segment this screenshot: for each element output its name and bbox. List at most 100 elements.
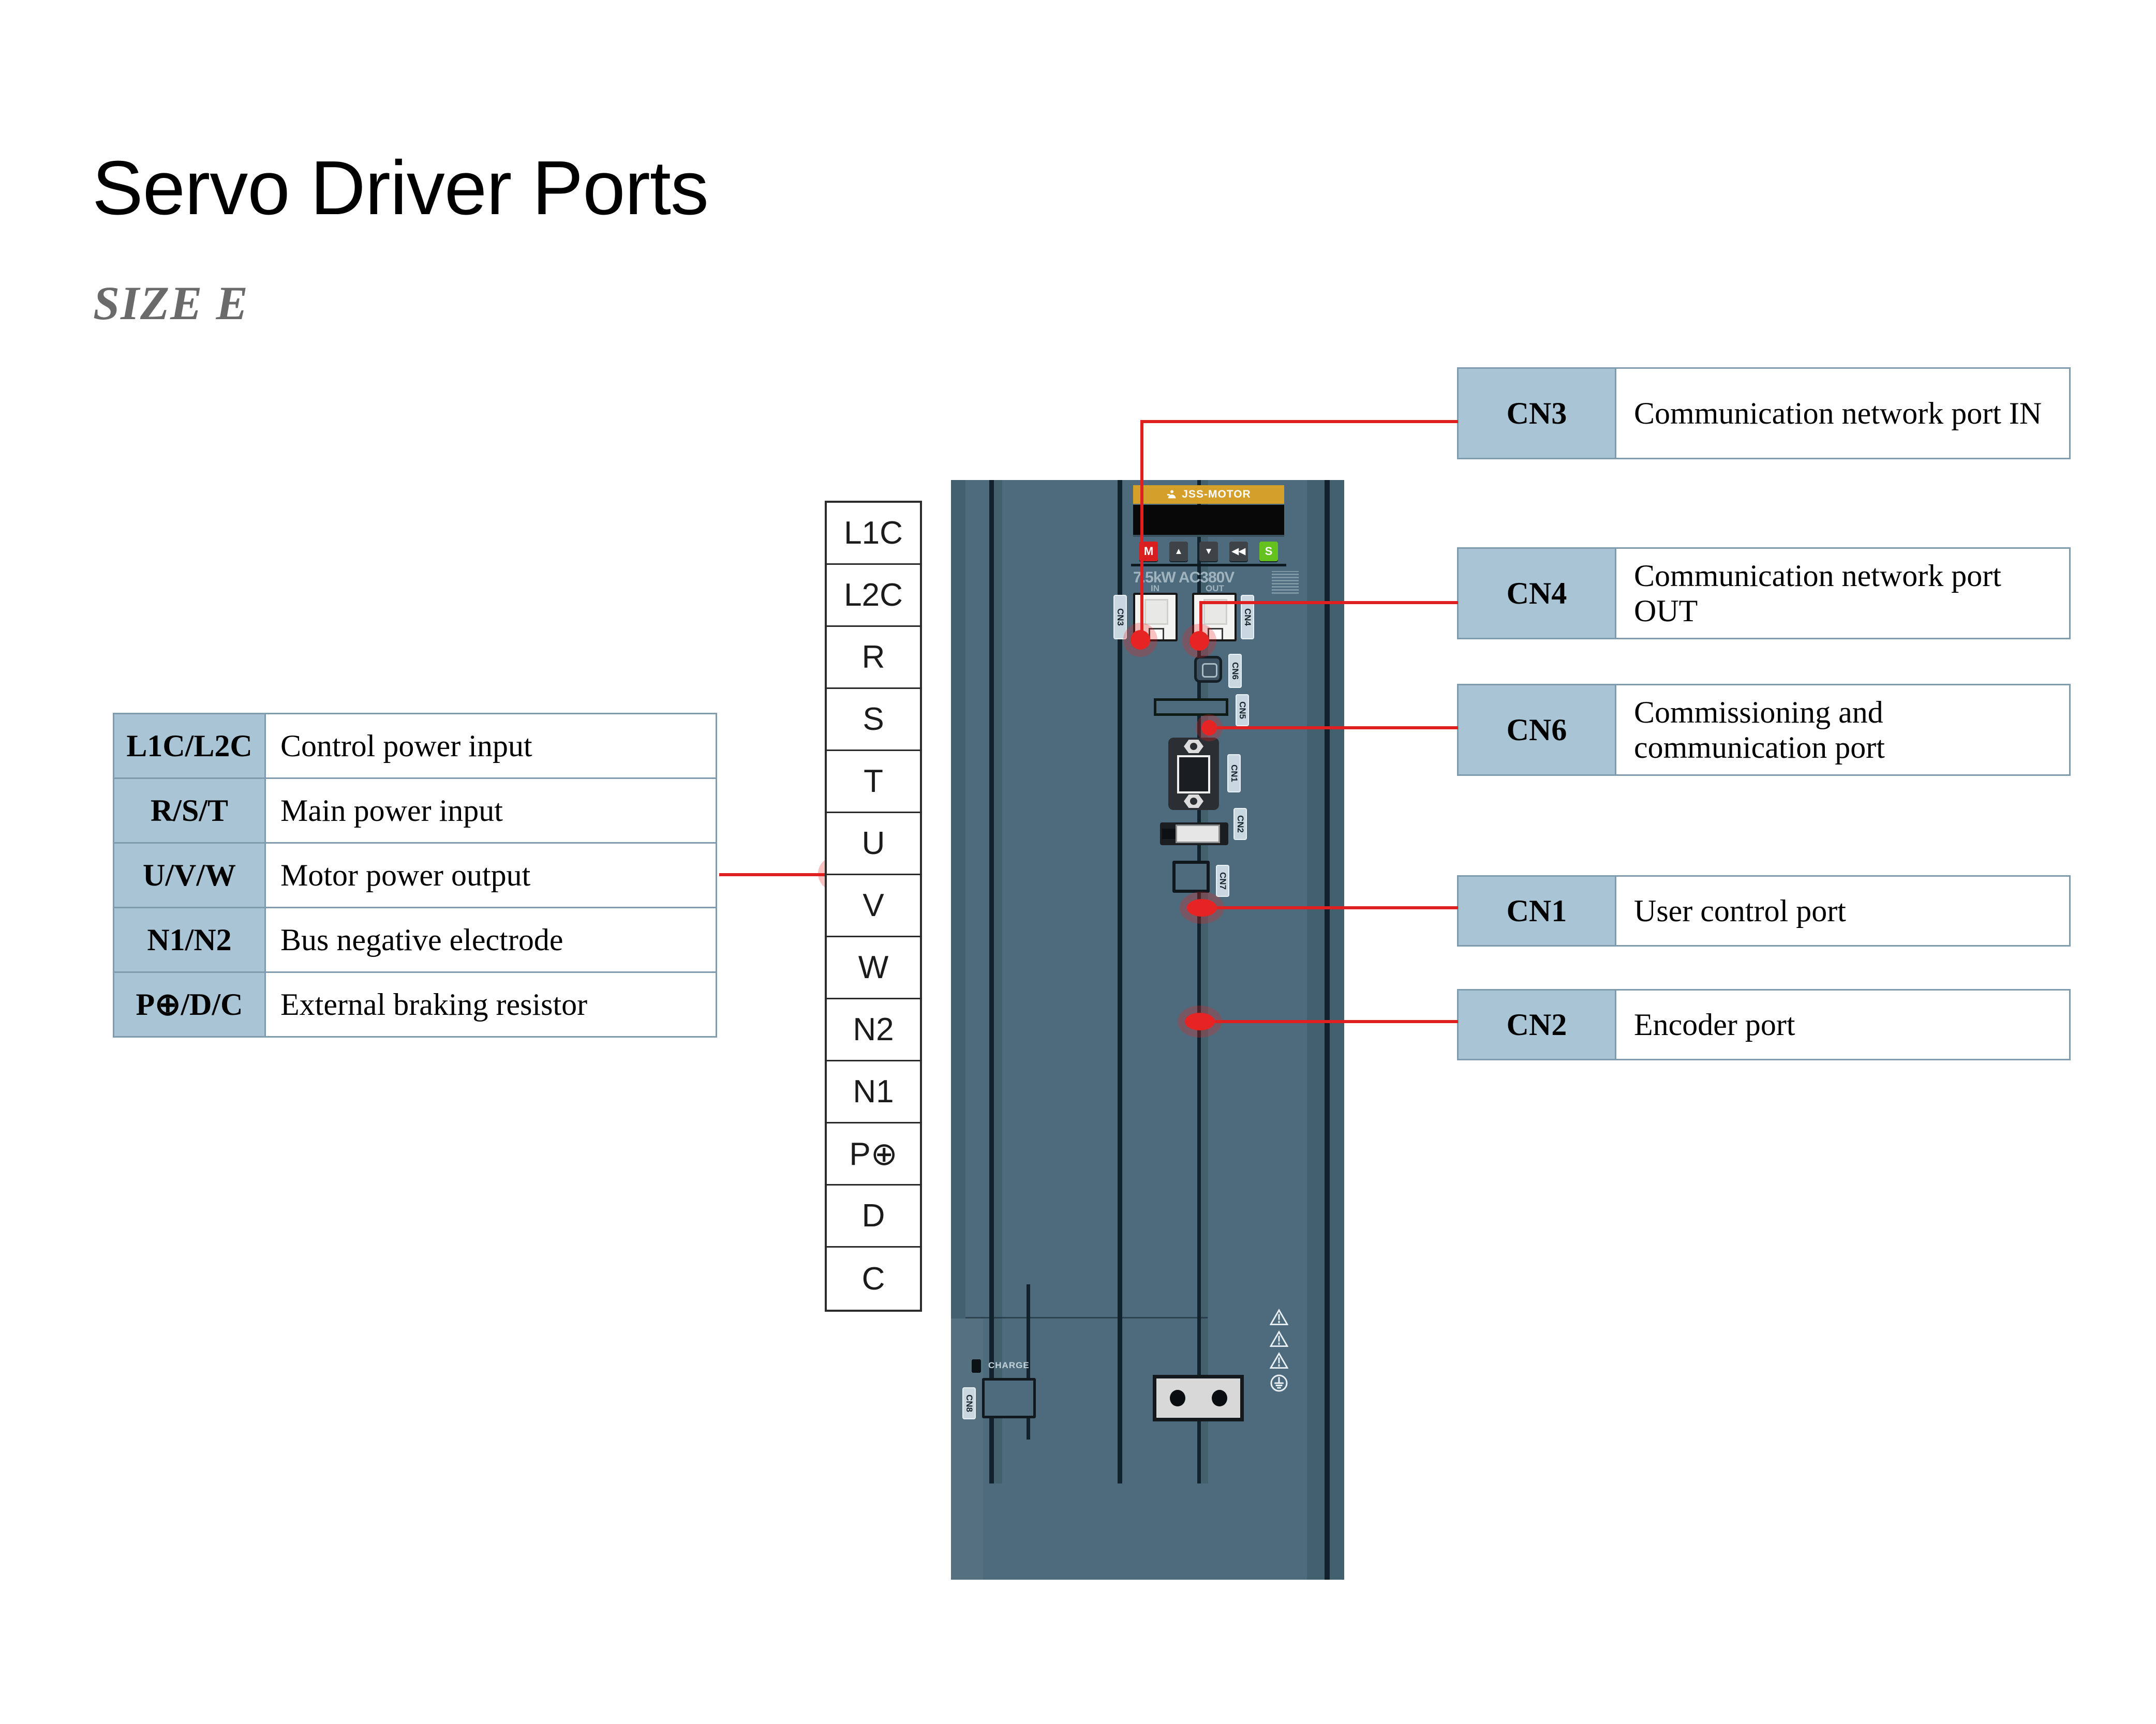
- led-display: [1133, 505, 1284, 537]
- terminal-value: Motor power output: [264, 842, 717, 908]
- callout-table-cn1: CN1 User control port: [1457, 875, 2071, 947]
- port-tag-cn3: CN3: [1113, 595, 1127, 639]
- terminal-strip-list: L1C L2C R S T U V W N2 N1 P⊕ D C: [825, 501, 922, 1312]
- table-row: CN6 Commissioning and communication port: [1457, 684, 2071, 776]
- lead-dot-cn1: [1187, 899, 1217, 917]
- port-tag-cn1: CN1: [1227, 754, 1241, 792]
- brand-bar: JSS-MOTOR: [1133, 485, 1284, 504]
- screw-icon: [1184, 794, 1203, 808]
- port-tag-cn7: CN7: [1216, 865, 1229, 897]
- callout-table-cn4: CN4 Communication network port OUT: [1457, 547, 2071, 639]
- terminal-strip-item: D: [827, 1186, 920, 1248]
- rj45-tab-icon: [1144, 599, 1168, 625]
- terminal-strip-item: S: [827, 689, 920, 751]
- lead-dot-cn6: [1201, 720, 1217, 736]
- keypad: M ▲ ▼ ◀◀ S: [1133, 541, 1284, 562]
- connector-lip-icon: [1162, 829, 1176, 839]
- terminal-strip-item: P⊕: [827, 1123, 920, 1186]
- port-in-caption: IN: [1151, 583, 1159, 593]
- terminal-strip-item: L1C: [827, 503, 920, 565]
- charge-led-icon: [972, 1359, 981, 1373]
- lead-line-cn6: [1211, 726, 1458, 729]
- page-title: Servo Driver Ports: [92, 145, 709, 231]
- callout-key-cn6: CN6: [1457, 684, 1616, 776]
- terminal-function-table: L1C/L2C Control power input R/S/T Main p…: [113, 713, 717, 1038]
- terminal-strip-item: C: [861, 1261, 885, 1297]
- keypad-button-shift[interactable]: ◀◀: [1229, 542, 1248, 561]
- cn2-encoder-port[interactable]: [1160, 822, 1228, 845]
- table-row: P⊕/D/C External braking resistor: [113, 971, 717, 1038]
- keypad-divider: [1131, 564, 1286, 566]
- table-row: CN3 Communication network port IN: [1457, 367, 2071, 459]
- terminal-value: External braking resistor: [264, 971, 717, 1038]
- cn5-slot[interactable]: [1154, 698, 1228, 716]
- callout-value-cn2: Encoder port: [1615, 989, 2071, 1060]
- terminal-strip-item: L2C: [827, 565, 920, 627]
- lead-line-cn2: [1206, 1020, 1458, 1023]
- callout-value-cn4: Communication network port OUT: [1615, 547, 2071, 639]
- terminal-strip-item: V: [827, 875, 920, 937]
- terminal-strip-item: N2: [827, 999, 920, 1061]
- lead-line-cn3-h: [1140, 420, 1458, 423]
- keypad-button-up[interactable]: ▲: [1169, 542, 1188, 561]
- port-tag-cn8: CN8: [962, 1387, 976, 1419]
- lead-line-cn3-v: [1140, 420, 1143, 643]
- warning-triangle-icon: [1270, 1330, 1288, 1347]
- charge-label: CHARGE: [988, 1360, 1030, 1370]
- callout-key-cn4: CN4: [1457, 547, 1616, 639]
- lead-dot-cn2: [1185, 1013, 1215, 1030]
- callout-table-cn3: CN3 Communication network port IN: [1457, 367, 2071, 459]
- callout-value-cn6: Commissioning and communication port: [1615, 684, 2071, 776]
- cn7-slot[interactable]: [1172, 861, 1210, 893]
- lead-line-cn4-h: [1199, 601, 1458, 604]
- terminal-value: Main power input: [264, 777, 717, 844]
- lead-line-cn1: [1206, 906, 1458, 909]
- ground-hole-icon: [1211, 1390, 1227, 1406]
- keypad-button-down[interactable]: ▼: [1199, 542, 1218, 561]
- cn6-port[interactable]: [1194, 656, 1222, 683]
- lead-dot-cn4: [1189, 631, 1209, 651]
- terminal-strip-item: N1: [827, 1061, 920, 1123]
- table-row: U/V/W Motor power output: [113, 842, 717, 908]
- terminal-key: P⊕/D/C: [113, 971, 266, 1038]
- terminal-strip-item: W: [827, 937, 920, 999]
- screw-icon: [1184, 740, 1203, 753]
- brand-name: JSS-MOTOR: [1182, 488, 1251, 500]
- terminal-key: U/V/W: [113, 842, 266, 908]
- rj45-notch-icon: [1149, 628, 1164, 639]
- ground-hole-icon: [1169, 1390, 1185, 1406]
- cn8-slot[interactable]: [982, 1378, 1036, 1418]
- warning-symbol-stack: [1270, 1309, 1288, 1392]
- cn6-port-inner-icon: [1202, 663, 1217, 678]
- warning-triangle-icon: [1270, 1352, 1288, 1369]
- callout-table-cn6: CN6 Commissioning and communication port: [1457, 684, 2071, 776]
- connector-body-icon: [1176, 824, 1220, 843]
- keypad-button-set[interactable]: S: [1259, 542, 1278, 561]
- table-row: L1C/L2C Control power input: [113, 713, 717, 779]
- terminal-value: Control power input: [264, 713, 717, 779]
- port-tag-cn2: CN2: [1233, 808, 1247, 840]
- table-row: CN4 Communication network port OUT: [1457, 547, 2071, 639]
- callout-key-cn3: CN3: [1457, 367, 1616, 459]
- callout-key-cn1: CN1: [1457, 875, 1616, 947]
- lead-line-uvw: [719, 873, 834, 876]
- rj45-notch-icon: [1208, 628, 1223, 639]
- callout-value-cn3: Communication network port IN: [1615, 367, 2071, 459]
- table-row: CN2 Encoder port: [1457, 989, 2071, 1060]
- table-row: N1/N2 Bus negative electrode: [113, 907, 717, 973]
- terminal-strip-item: U: [827, 813, 920, 875]
- table-row: R/S/T Main power input: [113, 777, 717, 844]
- cn1-db-connector[interactable]: [1168, 738, 1219, 810]
- port-tag-cn6: CN6: [1228, 654, 1242, 688]
- terminal-value: Bus negative electrode: [264, 907, 717, 973]
- terminal-key: R/S/T: [113, 777, 266, 844]
- callout-table-cn2: CN2 Encoder port: [1457, 989, 2071, 1060]
- terminal-key: N1/N2: [113, 907, 266, 973]
- lead-dot-cn3: [1131, 630, 1150, 650]
- qr-code-icon: [1272, 571, 1299, 594]
- callout-key-cn2: CN2: [1457, 989, 1616, 1060]
- callout-value-cn1: User control port: [1615, 875, 2071, 947]
- terminal-strip-item: R: [827, 627, 920, 689]
- jss-motor-logo-icon: [1167, 490, 1176, 499]
- table-row: CN1 User control port: [1457, 875, 2071, 947]
